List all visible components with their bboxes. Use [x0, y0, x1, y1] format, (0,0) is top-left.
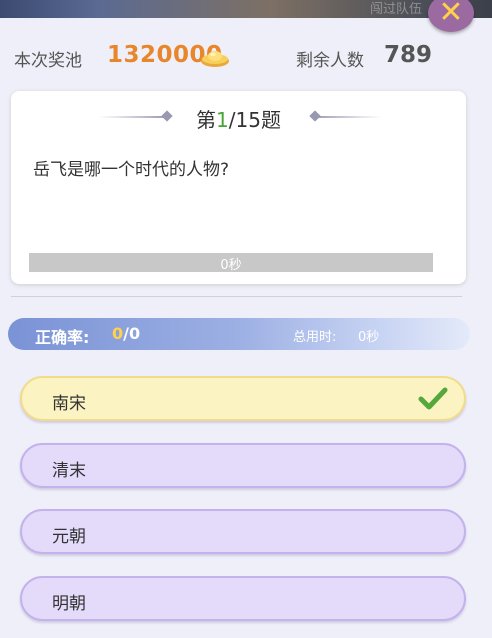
top-banner: 闯过队伍 — [0, 0, 492, 18]
total-time-value: 0秒 — [358, 330, 380, 345]
answer-option-3[interactable]: 元朝 — [20, 509, 466, 554]
answer-option-label: 南宋 — [52, 394, 86, 414]
prize-pool-label: 本次奖池 — [14, 51, 82, 71]
answer-option-label: 明朝 — [52, 594, 86, 614]
check-icon — [418, 387, 448, 410]
summary-bar: 正确率: 0/0 总用时: 0秒 — [8, 318, 470, 350]
total-time-label: 总用时: — [293, 330, 337, 345]
current-question-number: 1 — [216, 108, 229, 132]
divider — [11, 296, 462, 297]
timer-bar: 0秒 — [29, 253, 433, 273]
answer-option-label: 清末 — [52, 461, 86, 481]
answer-option-label: 元朝 — [52, 527, 86, 547]
question-number: 第1/15题 — [196, 108, 281, 132]
accuracy-value: 0/0 — [112, 324, 141, 343]
answer-option-2[interactable]: 清末 — [20, 443, 466, 488]
accuracy-label: 正确率: — [35, 328, 90, 347]
answer-option-1[interactable]: 南宋 — [20, 376, 466, 421]
gold-ingot-icon — [201, 51, 229, 67]
stats-row: 本次奖池 1320000 剩余人数 789 — [14, 42, 478, 72]
remaining-players-label: 剩余人数 — [296, 51, 364, 71]
answer-option-4[interactable]: 明朝 — [20, 576, 466, 621]
close-icon: ✕ — [438, 0, 464, 30]
remaining-players-value: 789 — [384, 42, 433, 68]
close-button[interactable]: ✕ — [428, 0, 474, 32]
banner-ghost-text: 闯过队伍 — [370, 2, 423, 17]
question-text: 岳飞是哪一个时代的人物? — [33, 160, 230, 180]
timer-text: 0秒 — [220, 258, 242, 273]
question-card: 第1/15题 岳飞是哪一个时代的人物? 0秒 — [11, 91, 466, 284]
